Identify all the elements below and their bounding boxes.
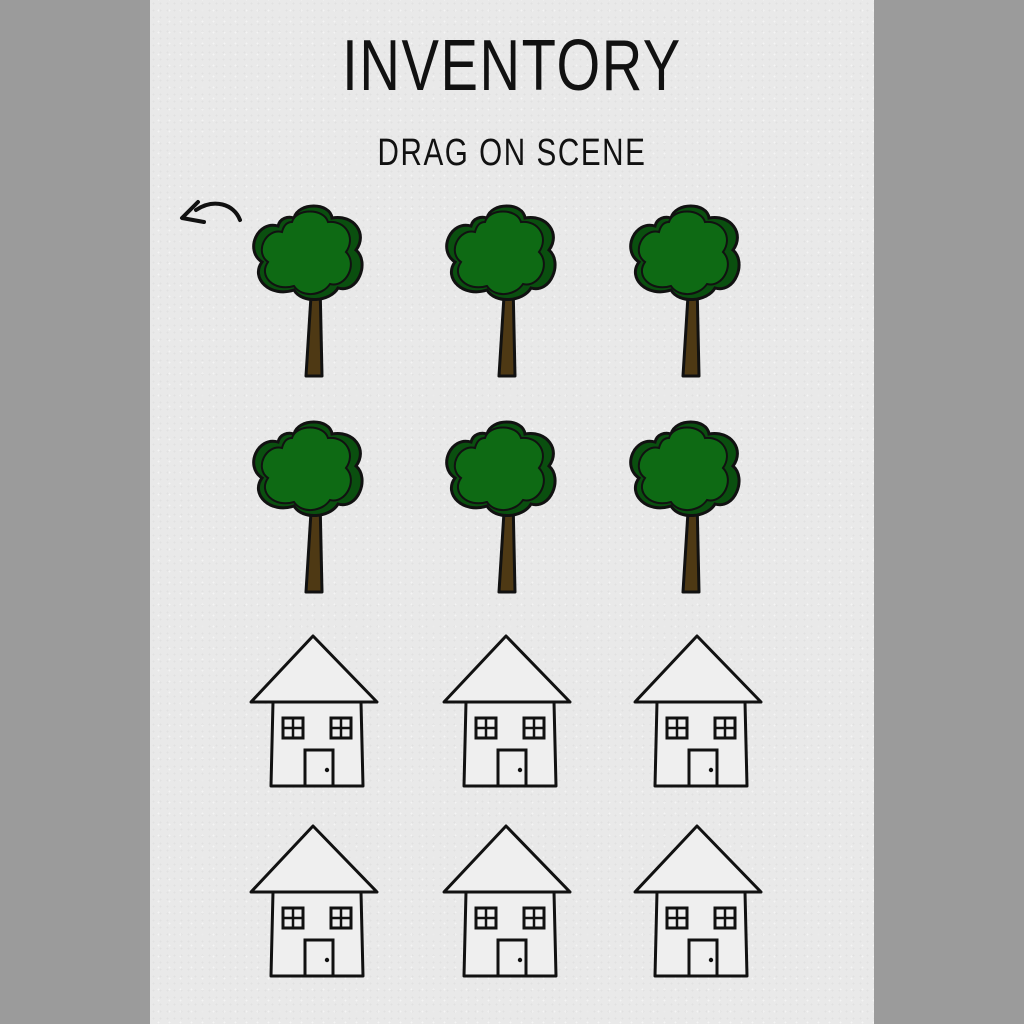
- inventory-item-house[interactable]: [633, 822, 763, 982]
- inventory-item-tree[interactable]: [437, 416, 567, 596]
- inventory-grid: [0, 0, 1024, 1024]
- house-icon: [249, 824, 379, 978]
- tree-icon: [445, 204, 557, 378]
- inventory-item-house[interactable]: [249, 632, 379, 792]
- house-icon: [633, 634, 763, 788]
- tree-icon: [445, 420, 557, 594]
- tree-icon: [629, 204, 741, 378]
- inventory-item-tree[interactable]: [621, 416, 751, 596]
- inventory-item-house[interactable]: [442, 632, 572, 792]
- inventory-item-tree[interactable]: [621, 200, 751, 380]
- house-icon: [442, 634, 572, 788]
- house-icon: [442, 824, 572, 978]
- house-icon: [633, 824, 763, 978]
- inventory-item-house[interactable]: [249, 822, 379, 982]
- inventory-item-tree[interactable]: [244, 416, 374, 596]
- inventory-item-house[interactable]: [633, 632, 763, 792]
- inventory-item-house[interactable]: [442, 822, 572, 982]
- house-icon: [249, 634, 379, 788]
- inventory-item-tree[interactable]: [437, 200, 567, 380]
- tree-icon: [629, 420, 741, 594]
- tree-icon: [252, 204, 364, 378]
- tree-icon: [252, 420, 364, 594]
- inventory-item-tree[interactable]: [244, 200, 374, 380]
